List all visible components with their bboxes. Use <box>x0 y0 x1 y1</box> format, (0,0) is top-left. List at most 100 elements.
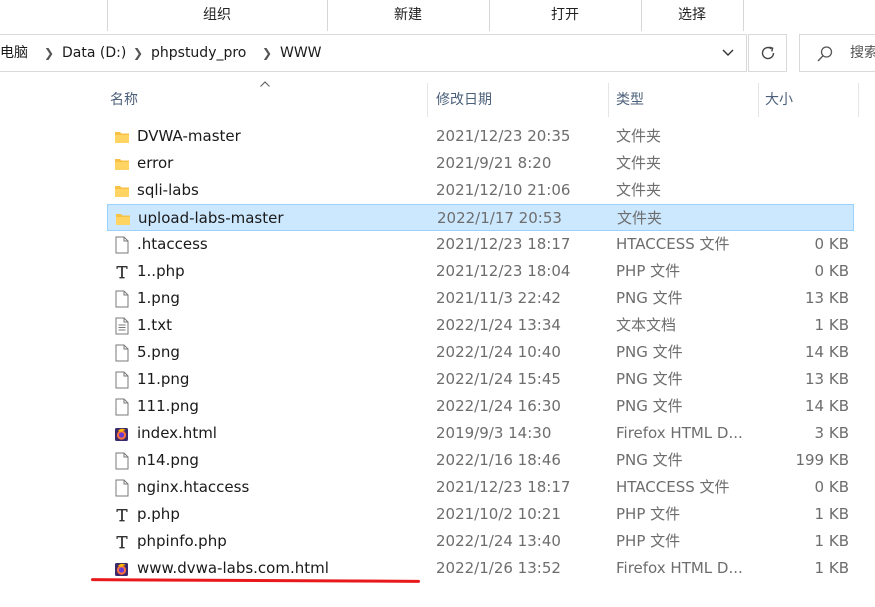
file-size <box>757 123 849 150</box>
file-row[interactable]: 5.png 2022/1/24 10:40 PNG 文件 14 KB <box>107 339 854 366</box>
file-size: 14 KB <box>805 343 849 361</box>
folder-icon <box>113 123 131 150</box>
ribbon-group-open[interactable]: 打开 <box>490 0 640 31</box>
file-name: n14.png <box>137 451 199 469</box>
php-file-icon <box>113 258 131 285</box>
breadcrumb-this-pc[interactable]: 此电脑 <box>0 35 28 71</box>
column-divider[interactable] <box>858 83 859 117</box>
column-divider[interactable] <box>427 83 428 117</box>
column-header-date[interactable]: 修改日期 <box>432 83 604 117</box>
file-date: 2021/12/10 21:06 <box>436 181 571 199</box>
column-header-name[interactable]: 名称 <box>106 83 424 117</box>
file-size <box>758 205 850 232</box>
address-bar[interactable]: 此电脑 ❯ Data (D:) ❯ phpstudy_pro ❯ WWW <box>0 34 747 72</box>
file-row[interactable]: DVWA-master 2021/12/23 20:35 文件夹 <box>107 123 854 150</box>
file-type: 文件夹 <box>616 181 662 199</box>
file-name: upload-labs-master <box>138 209 284 227</box>
file-name: 1.png <box>137 289 180 307</box>
file-size: 3 KB <box>814 424 849 442</box>
file-date: 2021/12/23 18:17 <box>436 478 571 496</box>
file-type: PNG 文件 <box>616 370 683 388</box>
ribbon-group-select[interactable]: 选择 <box>642 0 742 31</box>
file-name: 1.txt <box>137 316 172 334</box>
file-type: PNG 文件 <box>616 451 683 469</box>
php-file-icon <box>113 501 131 528</box>
ribbon: 组织 新建 打开 选择 <box>0 0 875 31</box>
text-file-icon <box>113 312 131 339</box>
file-name: .htaccess <box>137 235 208 253</box>
file-date: 2022/1/24 13:34 <box>436 316 561 334</box>
chevron-right-icon[interactable]: ❯ <box>44 35 54 71</box>
file-size: 1 KB <box>814 559 849 577</box>
file-date: 2022/1/17 20:53 <box>437 209 562 227</box>
refresh-button[interactable] <box>748 34 787 72</box>
file-date: 2022/1/24 16:30 <box>436 397 561 415</box>
ribbon-group-new[interactable]: 新建 <box>328 0 488 31</box>
file-type: Firefox HTML D... <box>616 559 743 577</box>
file-row[interactable]: sqli-labs 2021/12/10 21:06 文件夹 <box>107 177 854 204</box>
breadcrumb-phpstudy[interactable]: phpstudy_pro <box>151 35 246 71</box>
file-size: 13 KB <box>805 289 849 307</box>
file-row[interactable]: error 2021/9/21 8:20 文件夹 <box>107 150 854 177</box>
file-row[interactable]: .htaccess 2021/12/23 18:17 HTACCESS 文件 0 KB <box>107 231 854 258</box>
file-type: HTACCESS 文件 <box>616 235 730 253</box>
php-file-icon <box>113 528 131 555</box>
file-name: sqli-labs <box>137 181 199 199</box>
file-row[interactable]: phpinfo.php 2022/1/24 13:40 PHP 文件 1 KB <box>107 528 854 555</box>
column-divider[interactable] <box>608 83 609 117</box>
folder-icon <box>114 205 132 232</box>
file-icon <box>113 339 131 366</box>
file-size: 0 KB <box>814 235 849 253</box>
folder-icon <box>113 150 131 177</box>
refresh-icon <box>761 46 774 60</box>
chevron-right-icon[interactable]: ❯ <box>133 35 143 71</box>
file-name: index.html <box>137 424 217 442</box>
file-size: 1 KB <box>814 505 849 523</box>
ribbon-group-organize[interactable]: 组织 <box>108 0 326 31</box>
file-name: 11.png <box>137 370 190 388</box>
file-date: 2022/1/16 18:46 <box>436 451 561 469</box>
chevron-down-icon[interactable] <box>712 35 744 71</box>
breadcrumb-www[interactable]: WWW <box>280 35 322 71</box>
file-name: DVWA-master <box>137 127 241 145</box>
file-row[interactable]: p.php 2021/10/2 10:21 PHP 文件 1 KB <box>107 501 854 528</box>
chevron-right-icon[interactable]: ❯ <box>262 35 272 71</box>
search-input[interactable]: 搜索 <box>799 34 875 72</box>
file-size: 1 KB <box>814 316 849 334</box>
file-name: phpinfo.php <box>137 532 227 550</box>
file-size: 1 KB <box>814 532 849 550</box>
file-type: PHP 文件 <box>616 262 681 280</box>
file-type: PNG 文件 <box>616 343 683 361</box>
file-row[interactable]: 111.png 2022/1/24 16:30 PNG 文件 14 KB <box>107 393 854 420</box>
file-name: 5.png <box>137 343 180 361</box>
file-name: 111.png <box>137 397 199 415</box>
file-date: 2021/12/23 18:17 <box>436 235 571 253</box>
folder-icon <box>113 177 131 204</box>
column-header-size[interactable]: 大小 <box>761 83 856 117</box>
file-date: 2022/1/24 10:40 <box>436 343 561 361</box>
file-size: 199 KB <box>795 451 849 469</box>
file-row[interactable]: index.html 2019/9/3 14:30 Firefox HTML D..… <box>107 420 854 447</box>
file-row[interactable]: 11.png 2022/1/24 15:45 PNG 文件 13 KB <box>107 366 854 393</box>
search-icon <box>817 46 833 62</box>
file-row[interactable]: nginx.htaccess 2021/12/23 18:17 HTACCESS 文… <box>107 474 854 501</box>
file-type: HTACCESS 文件 <box>616 478 730 496</box>
firefox-html-icon <box>113 420 131 447</box>
file-size <box>757 177 849 204</box>
file-date: 2019/9/3 14:30 <box>436 424 552 442</box>
file-row[interactable]: 1.png 2021/11/3 22:42 PNG 文件 13 KB <box>107 285 854 312</box>
file-date: 2022/1/26 13:52 <box>436 559 561 577</box>
file-type: PNG 文件 <box>616 289 683 307</box>
file-name: 1..php <box>137 262 185 280</box>
file-type: 文本文档 <box>616 316 677 334</box>
column-divider[interactable] <box>758 83 759 117</box>
breadcrumb-drive[interactable]: Data (D:) <box>62 35 126 71</box>
file-row[interactable]: 1.txt 2022/1/24 13:34 文本文档 1 KB <box>107 312 854 339</box>
file-row[interactable]: n14.png 2022/1/16 18:46 PNG 文件 199 KB <box>107 447 854 474</box>
file-icon <box>113 366 131 393</box>
column-header-type[interactable]: 类型 <box>612 83 754 117</box>
file-date: 2022/1/24 15:45 <box>436 370 561 388</box>
file-date: 2021/12/23 20:35 <box>436 127 571 145</box>
file-row[interactable]: 1..php 2021/12/23 18:04 PHP 文件 0 KB <box>107 258 854 285</box>
file-row[interactable]: upload-labs-master 2022/1/17 20:53 文件夹 <box>107 204 854 231</box>
